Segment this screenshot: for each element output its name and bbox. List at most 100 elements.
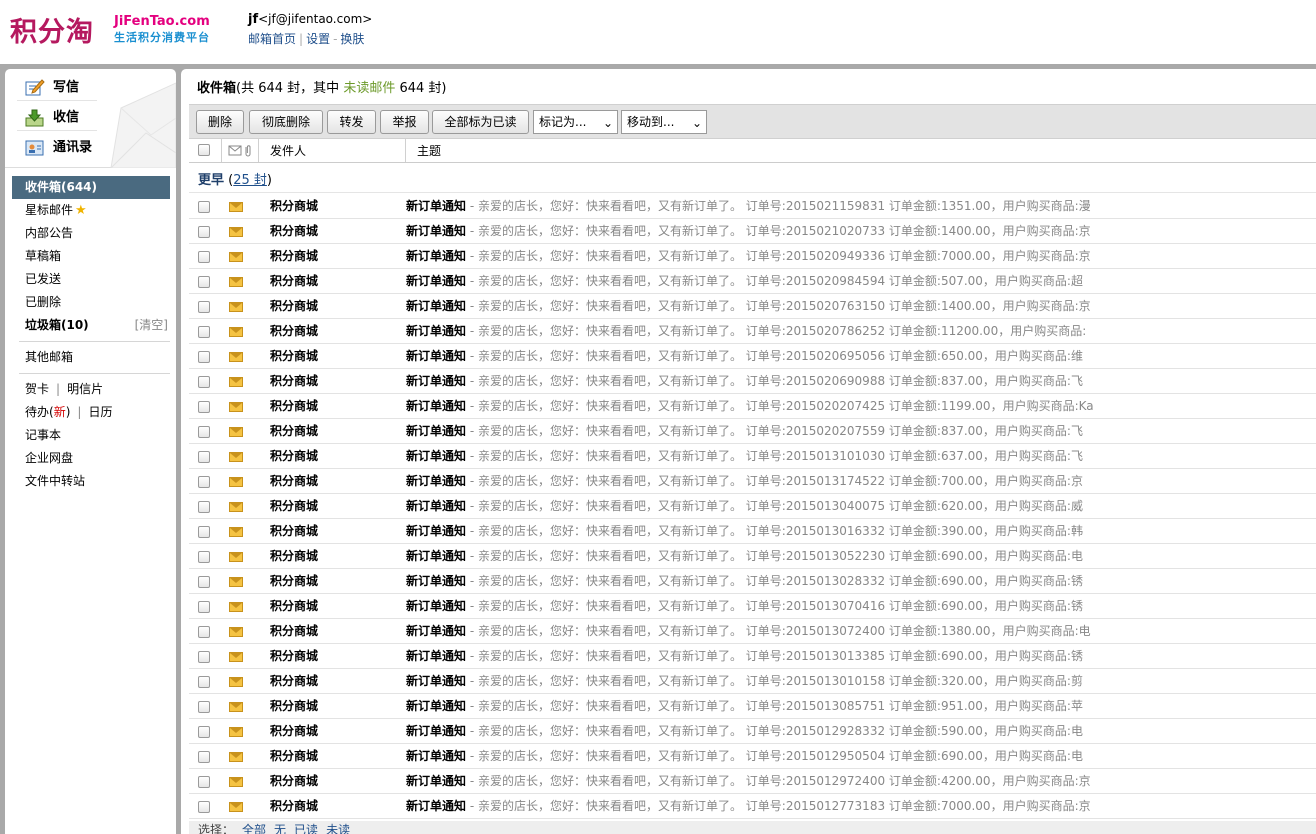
folder-notice[interactable]: 内部公告 [5, 222, 176, 245]
folder-inbox[interactable]: 收件箱(644) [12, 176, 170, 199]
email-checkbox[interactable] [198, 701, 210, 713]
email-sender[interactable]: 积分商城 [270, 319, 318, 343]
mark-all-read-button[interactable]: 全部标为已读 [432, 110, 529, 134]
email-checkbox[interactable] [198, 476, 210, 488]
email-checkbox[interactable] [198, 801, 210, 813]
email-checkbox[interactable] [198, 576, 210, 588]
email-sender[interactable]: 积分商城 [270, 694, 318, 718]
email-checkbox[interactable] [198, 551, 210, 563]
email-row[interactable]: 积分商城 新订单通知 - 亲爱的店长，您好：快来看看吧，又有新订单了。 订单号:2… [189, 294, 1316, 319]
email-row[interactable]: 积分商城 新订单通知 - 亲爱的店长，您好：快来看看吧，又有新订单了。 订单号:2… [189, 419, 1316, 444]
email-subject[interactable]: 新订单通知 - 亲爱的店长，您好：快来看看吧，又有新订单了。 订单号:20150… [406, 319, 1086, 343]
email-row[interactable]: 积分商城 新订单通知 - 亲爱的店长，您好：快来看看吧，又有新订单了。 订单号:2… [189, 444, 1316, 469]
settings-link[interactable]: 设置 [306, 32, 330, 46]
email-checkbox[interactable] [198, 651, 210, 663]
folder-spam[interactable]: 垃圾箱(10) [清空] [5, 314, 176, 337]
select-all-link[interactable]: 全部 [242, 823, 266, 834]
email-checkbox[interactable] [198, 726, 210, 738]
sender-column-header[interactable]: 发件人 [270, 139, 306, 162]
email-sender[interactable]: 积分商城 [270, 294, 318, 318]
email-checkbox[interactable] [198, 351, 210, 363]
select-all-checkbox[interactable] [198, 144, 210, 156]
email-subject[interactable]: 新订单通知 - 亲爱的店长，您好：快来看看吧，又有新订单了。 订单号:20150… [406, 494, 1083, 518]
email-sender[interactable]: 积分商城 [270, 444, 318, 468]
email-subject[interactable]: 新订单通知 - 亲爱的店长，您好：快来看看吧，又有新订单了。 订单号:20150… [406, 694, 1083, 718]
email-subject[interactable]: 新订单通知 - 亲爱的店长，您好：快来看看吧，又有新订单了。 订单号:20150… [406, 344, 1083, 368]
clear-spam-link[interactable]: [清空] [135, 314, 168, 337]
email-row[interactable]: 积分商城 新订单通知 - 亲爱的店长，您好：快来看看吧，又有新订单了。 订单号:2… [189, 769, 1316, 794]
email-subject[interactable]: 新订单通知 - 亲爱的店长，您好：快来看看吧，又有新订单了。 订单号:20150… [406, 744, 1083, 768]
subject-column-header[interactable]: 主题 [417, 139, 441, 162]
email-checkbox[interactable] [198, 426, 210, 438]
card-link[interactable]: 贺卡 [25, 382, 49, 396]
email-checkbox[interactable] [198, 376, 210, 388]
write-mail-button[interactable]: 写信 [17, 75, 97, 101]
email-sender[interactable]: 积分商城 [270, 544, 318, 568]
email-row[interactable]: 积分商城 新订单通知 - 亲爱的店长，您好：快来看看吧，又有新订单了。 订单号:2… [189, 619, 1316, 644]
email-checkbox[interactable] [198, 526, 210, 538]
email-subject[interactable]: 新订单通知 - 亲爱的店长，您好：快来看看吧，又有新订单了。 订单号:20150… [406, 294, 1091, 318]
email-subject[interactable]: 新订单通知 - 亲爱的店长，您好：快来看看吧，又有新订单了。 订单号:20150… [406, 769, 1091, 793]
email-row[interactable]: 积分商城 新订单通知 - 亲爱的店长，您好：快来看看吧，又有新订单了。 订单号:2… [189, 544, 1316, 569]
email-sender[interactable]: 积分商城 [270, 269, 318, 293]
email-subject[interactable]: 新订单通知 - 亲爱的店长，您好：快来看看吧，又有新订单了。 订单号:20150… [406, 669, 1083, 693]
postcard-link[interactable]: 明信片 [67, 382, 103, 396]
email-row[interactable]: 积分商城 新订单通知 - 亲爱的店长，您好：快来看看吧，又有新订单了。 订单号:2… [189, 269, 1316, 294]
email-sender[interactable]: 积分商城 [270, 469, 318, 493]
email-row[interactable]: 积分商城 新订单通知 - 亲爱的店长，您好：快来看看吧，又有新订单了。 订单号:2… [189, 694, 1316, 719]
email-row[interactable]: 积分商城 新订单通知 - 亲爱的店长，您好：快来看看吧，又有新订单了。 订单号:2… [189, 394, 1316, 419]
email-sender[interactable]: 积分商城 [270, 394, 318, 418]
email-sender[interactable]: 积分商城 [270, 719, 318, 743]
mark-as-select[interactable]: 标记为... ⌄ [533, 110, 618, 134]
email-checkbox[interactable] [198, 676, 210, 688]
email-sender[interactable]: 积分商城 [270, 744, 318, 768]
email-subject[interactable]: 新订单通知 - 亲爱的店长，您好：快来看看吧，又有新订单了。 订单号:20150… [406, 519, 1083, 543]
folder-sent[interactable]: 已发送 [5, 268, 176, 291]
email-row[interactable]: 积分商城 新订单通知 - 亲爱的店长，您好：快来看看吧，又有新订单了。 订单号:2… [189, 519, 1316, 544]
folder-starred[interactable]: 星标邮件 ★ [5, 199, 176, 222]
email-sender[interactable]: 积分商城 [270, 369, 318, 393]
logo[interactable]: 积分淘 JiFenTao.com 生活积分消费平台 [10, 10, 230, 50]
email-sender[interactable]: 积分商城 [270, 569, 318, 593]
email-checkbox[interactable] [198, 301, 210, 313]
folder-drafts[interactable]: 草稿箱 [5, 245, 176, 268]
email-checkbox[interactable] [198, 501, 210, 513]
email-sender[interactable]: 积分商城 [270, 344, 318, 368]
email-checkbox[interactable] [198, 201, 210, 213]
email-sender[interactable]: 积分商城 [270, 594, 318, 618]
select-read-link[interactable]: 已读 [294, 823, 318, 834]
email-checkbox[interactable] [198, 401, 210, 413]
email-row[interactable]: 积分商城 新订单通知 - 亲爱的店长，您好：快来看看吧，又有新订单了。 订单号:2… [189, 219, 1316, 244]
email-checkbox[interactable] [198, 326, 210, 338]
contacts-button[interactable]: 通讯录 [17, 135, 97, 161]
folder-deleted[interactable]: 已删除 [5, 291, 176, 314]
email-sender[interactable]: 积分商城 [270, 769, 318, 793]
report-button[interactable]: 举报 [380, 110, 429, 134]
email-row[interactable]: 积分商城 新订单通知 - 亲爱的店长，您好：快来看看吧，又有新订单了。 订单号:2… [189, 469, 1316, 494]
email-subject[interactable]: 新订单通知 - 亲爱的店长，您好：快来看看吧，又有新订单了。 订单号:20150… [406, 719, 1083, 743]
email-row[interactable]: 积分商城 新订单通知 - 亲爱的店长，您好：快来看看吧，又有新订单了。 订单号:2… [189, 719, 1316, 744]
email-sender[interactable]: 积分商城 [270, 219, 318, 243]
email-sender[interactable]: 积分商城 [270, 519, 318, 543]
delete-forever-button[interactable]: 彻底删除 [249, 110, 323, 134]
email-subject[interactable]: 新订单通知 - 亲爱的店长，您好：快来看看吧，又有新订单了。 订单号:20150… [406, 194, 1091, 218]
email-sender[interactable]: 积分商城 [270, 794, 318, 818]
email-subject[interactable]: 新订单通知 - 亲爱的店长，您好：快来看看吧，又有新订单了。 订单号:20150… [406, 544, 1083, 568]
email-row[interactable]: 积分商城 新订单通知 - 亲爱的店长，您好：快来看看吧，又有新订单了。 订单号:2… [189, 369, 1316, 394]
email-row[interactable]: 积分商城 新订单通知 - 亲爱的店长，您好：快来看看吧，又有新订单了。 订单号:2… [189, 569, 1316, 594]
unread-link[interactable]: 未读邮件 [343, 81, 395, 96]
email-subject[interactable]: 新订单通知 - 亲爱的店长，您好：快来看看吧，又有新订单了。 订单号:20150… [406, 369, 1083, 393]
email-subject[interactable]: 新订单通知 - 亲爱的店长，您好：快来看看吧，又有新订单了。 订单号:20150… [406, 619, 1091, 643]
email-subject[interactable]: 新订单通知 - 亲爱的店长，您好：快来看看吧，又有新订单了。 订单号:20150… [406, 469, 1083, 493]
disk-link[interactable]: 企业网盘 [5, 447, 176, 470]
email-row[interactable]: 积分商城 新订单通知 - 亲爱的店长，您好：快来看看吧，又有新订单了。 订单号:2… [189, 494, 1316, 519]
email-sender[interactable]: 积分商城 [270, 644, 318, 668]
notes-link[interactable]: 记事本 [5, 424, 176, 447]
email-row[interactable]: 积分商城 新订单通知 - 亲爱的店长，您好：快来看看吧，又有新订单了。 订单号:2… [189, 319, 1316, 344]
move-to-select[interactable]: 移动到... ⌄ [621, 110, 707, 134]
email-subject[interactable]: 新订单通知 - 亲爱的店长，您好：快来看看吧，又有新订单了。 订单号:20150… [406, 594, 1083, 618]
email-checkbox[interactable] [198, 626, 210, 638]
email-row[interactable]: 积分商城 新订单通知 - 亲爱的店长，您好：快来看看吧，又有新订单了。 订单号:2… [189, 669, 1316, 694]
email-row[interactable]: 积分商城 新订单通知 - 亲爱的店长，您好：快来看看吧，又有新订单了。 订单号:2… [189, 194, 1316, 219]
email-subject[interactable]: 新订单通知 - 亲爱的店长，您好：快来看看吧，又有新订单了。 订单号:20150… [406, 569, 1083, 593]
